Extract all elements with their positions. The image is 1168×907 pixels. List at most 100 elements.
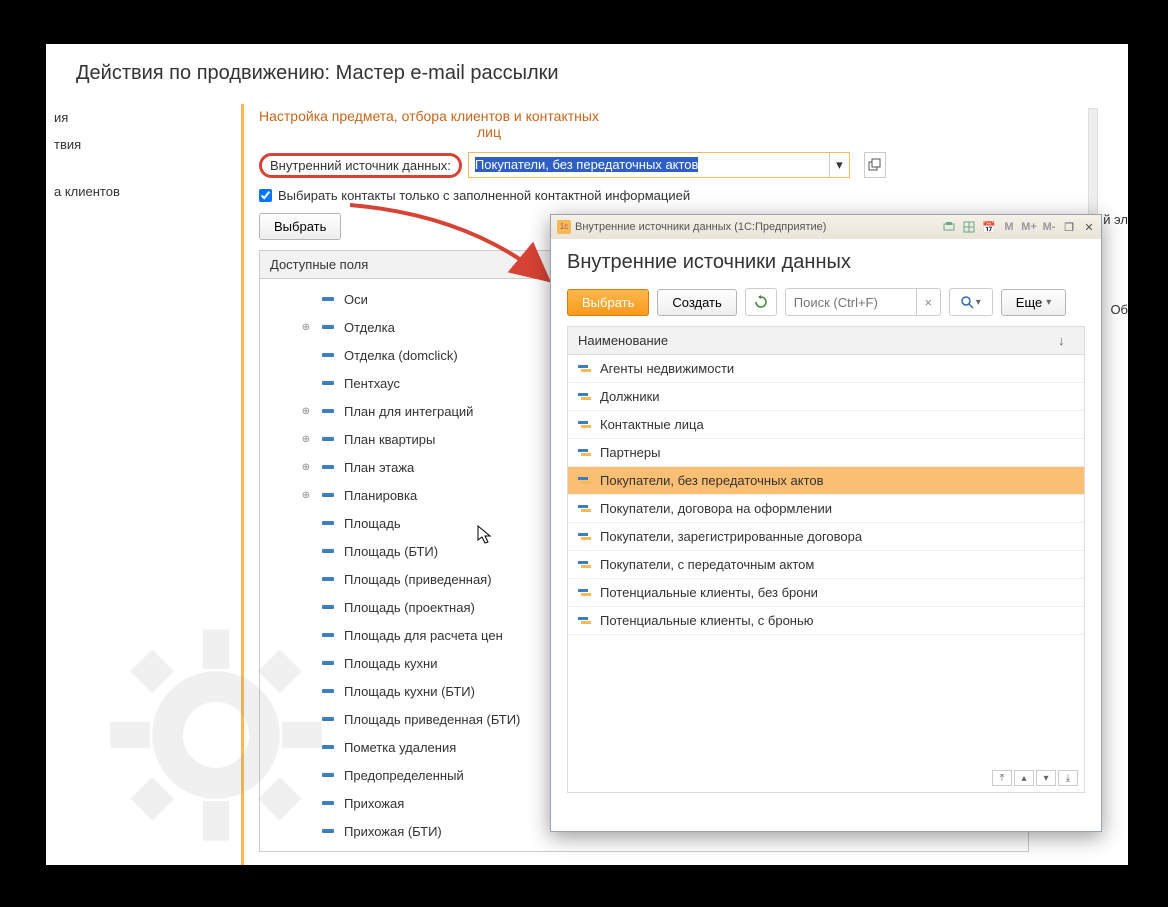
- list-row-label: Потенциальные клиенты, без брони: [600, 585, 818, 600]
- expander-icon[interactable]: ⊕: [300, 434, 312, 445]
- field-bullet-icon: [322, 409, 334, 413]
- data-sources-dialog: Внутренние источники данных (1С:Предприя…: [550, 214, 1102, 832]
- field-bullet-icon: [322, 829, 334, 833]
- list-row[interactable]: Покупатели, без передаточных актов: [568, 467, 1084, 495]
- list-row[interactable]: Должники: [568, 383, 1084, 411]
- scroll-down-icon[interactable]: ▾: [1036, 770, 1056, 786]
- field-bullet-icon: [322, 493, 334, 497]
- sidebar-item[interactable]: твия: [46, 131, 176, 158]
- field-bullet-icon: [322, 801, 334, 805]
- data-source-icon: [578, 391, 592, 403]
- chevron-down-icon: ▾: [1046, 297, 1051, 308]
- source-field-input-wrap: Покупатели, без передаточных актов ▾: [468, 152, 850, 178]
- data-source-icon: [578, 363, 592, 375]
- data-source-icon: [578, 559, 592, 571]
- page-title: Действия по продвижению: Мастер e-mail р…: [46, 44, 1128, 95]
- dialog-toolbar: Выбрать Создать × ▾ Еще▾: [567, 288, 1085, 316]
- dialog-create-button[interactable]: Создать: [657, 289, 736, 316]
- calc-m-icon[interactable]: M: [1001, 219, 1017, 235]
- contacts-checkbox-row: Выбирать контакты только с заполненной к…: [259, 188, 1128, 203]
- dialog-more-button[interactable]: Еще▾: [1001, 289, 1066, 316]
- sidebar-item[interactable]: ия: [46, 104, 176, 131]
- list-row[interactable]: Контактные лица: [568, 411, 1084, 439]
- calc-mminus-icon[interactable]: M-: [1041, 219, 1057, 235]
- open-dialog-button[interactable]: [864, 152, 886, 178]
- source-field-row: Внутренний источник данных: Покупатели, …: [259, 152, 1128, 178]
- tree-row-label: План квартиры: [344, 432, 435, 447]
- calendar-icon[interactable]: 📅: [981, 219, 997, 235]
- grid-icon[interactable]: [961, 219, 977, 235]
- column-name-header: Наименование: [578, 333, 1058, 348]
- contacts-checkbox-label: Выбирать контакты только с заполненной к…: [278, 188, 690, 203]
- tree-row-label: Прихожая: [344, 796, 404, 811]
- calc-mplus-icon[interactable]: M+: [1021, 219, 1037, 235]
- app-1c-icon: [557, 220, 571, 234]
- tree-row-label: План этажа: [344, 460, 414, 475]
- list-row-label: Покупатели, с передаточным актом: [600, 557, 814, 572]
- dropdown-icon[interactable]: ▾: [829, 153, 849, 177]
- section-subtitle: Настройка предмета, отбора клиентов и ко…: [259, 104, 719, 152]
- list-row[interactable]: Покупатели, зарегистрированные договора: [568, 523, 1084, 551]
- sidebar-item[interactable]: а клиентов: [46, 178, 176, 205]
- sort-indicator-icon: ↓: [1058, 333, 1074, 348]
- expander-icon[interactable]: ⊕: [300, 406, 312, 417]
- tree-row-label: Площадь: [344, 516, 401, 531]
- expander-icon[interactable]: ⊕: [300, 490, 312, 501]
- scroll-top-icon[interactable]: ⤒: [992, 770, 1012, 786]
- field-bullet-icon: [322, 717, 334, 721]
- list-row-label: Потенциальные клиенты, с бронью: [600, 613, 814, 628]
- maximize-icon[interactable]: ❐: [1061, 219, 1077, 235]
- field-bullet-icon: [322, 521, 334, 525]
- dialog-search-input[interactable]: [786, 289, 916, 315]
- field-bullet-icon: [322, 689, 334, 693]
- dialog-list-body[interactable]: Агенты недвижимости Должники Контактные ли…: [567, 355, 1085, 793]
- dialog-refresh-button[interactable]: [745, 288, 777, 316]
- list-row[interactable]: Потенциальные клиенты, с бронью: [568, 607, 1084, 635]
- field-bullet-icon: [322, 297, 334, 301]
- field-bullet-icon: [322, 773, 334, 777]
- list-row-label: Контактные лица: [600, 417, 704, 432]
- close-icon[interactable]: ✕: [1081, 219, 1097, 235]
- list-row[interactable]: Партнеры: [568, 439, 1084, 467]
- tree-row-label: Предопределенный: [344, 768, 464, 783]
- list-scroll-buttons: ⤒ ▴ ▾ ⤓: [992, 770, 1078, 786]
- tree-row-label: Пентхаус: [344, 376, 400, 391]
- field-bullet-icon: [322, 745, 334, 749]
- list-row-label: Покупатели, без передаточных актов: [600, 473, 824, 488]
- contacts-checkbox[interactable]: [259, 189, 272, 202]
- dialog-select-button[interactable]: Выбрать: [567, 289, 649, 316]
- dialog-titlebar-text: Внутренние источники данных (1С:Предприя…: [575, 221, 937, 233]
- truncated-text: Об: [1110, 302, 1128, 317]
- list-row[interactable]: Покупатели, с передаточным актом: [568, 551, 1084, 579]
- field-bullet-icon: [322, 465, 334, 469]
- field-bullet-icon: [322, 325, 334, 329]
- list-row[interactable]: Агенты недвижимости: [568, 355, 1084, 383]
- dialog-search-button[interactable]: ▾: [949, 288, 993, 316]
- search-clear-icon[interactable]: ×: [916, 289, 940, 315]
- field-bullet-icon: [322, 353, 334, 357]
- dialog-list-header[interactable]: Наименование ↓: [567, 326, 1085, 355]
- list-row-label: Агенты недвижимости: [600, 361, 734, 376]
- data-source-icon: [578, 419, 592, 431]
- select-button[interactable]: Выбрать: [259, 213, 341, 240]
- list-row[interactable]: Покупатели, договора на оформлении: [568, 495, 1084, 523]
- data-source-icon: [578, 587, 592, 599]
- print-icon[interactable]: [941, 219, 957, 235]
- tree-row-label: Площадь кухни: [344, 656, 437, 671]
- list-row[interactable]: Потенциальные клиенты, без брони: [568, 579, 1084, 607]
- expander-icon[interactable]: ⊕: [300, 322, 312, 333]
- search-icon: [961, 296, 974, 309]
- field-bullet-icon: [322, 605, 334, 609]
- dialog-heading: Внутренние источники данных: [567, 251, 1085, 274]
- scroll-up-icon[interactable]: ▴: [1014, 770, 1034, 786]
- tree-row-label: Отделка (domclick): [344, 348, 458, 363]
- dialog-titlebar: Внутренние источники данных (1С:Предприя…: [551, 215, 1101, 239]
- tree-row-label: Площадь приведенная (БТИ): [344, 712, 520, 727]
- tree-row-label: Площадь (приведенная): [344, 572, 492, 587]
- scroll-bottom-icon[interactable]: ⤓: [1058, 770, 1078, 786]
- expander-icon[interactable]: ⊕: [300, 462, 312, 473]
- left-sidebar: ия твия а клиентов: [46, 104, 176, 205]
- list-row-label: Покупатели, зарегистрированные договора: [600, 529, 862, 544]
- tree-row-label: Планировка: [344, 488, 417, 503]
- source-field-input[interactable]: Покупатели, без передаточных актов: [469, 153, 829, 177]
